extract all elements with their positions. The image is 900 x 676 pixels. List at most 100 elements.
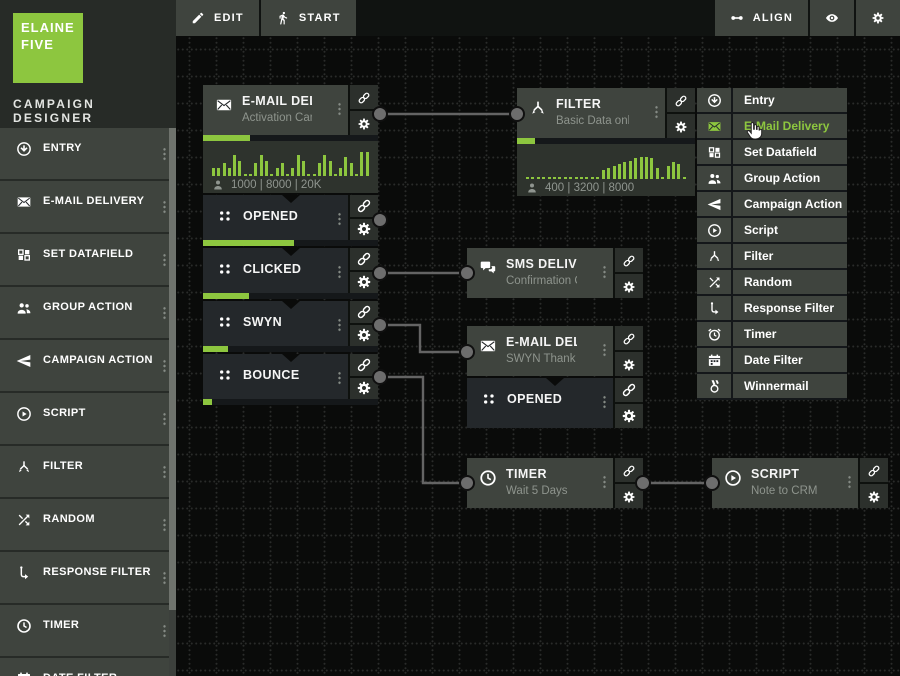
drag-handle-icon[interactable] — [163, 200, 166, 214]
node-header[interactable]: E-MAIL DELIVE...Activation Campaign — [203, 85, 378, 135]
sidebar-item-set-datafield[interactable]: SET DATAFIELD — [0, 234, 176, 285]
palette-item-script[interactable]: Script — [697, 218, 847, 244]
chart-bar — [265, 161, 268, 176]
drag-handle-icon[interactable] — [163, 359, 166, 373]
chart-bar — [360, 152, 363, 176]
node-header[interactable]: TIMERWait 5 Days — [467, 458, 643, 508]
palette-item-campaign-action[interactable]: Campaign Action — [697, 192, 847, 218]
palette-item-group-action[interactable]: Group Action — [697, 166, 847, 192]
node-bounce[interactable]: BOUNCE — [203, 354, 378, 405]
node-script-crm[interactable]: SCRIPTNote to CRM — [712, 458, 888, 508]
node-menu-dots[interactable] — [603, 343, 606, 357]
palette-item-random[interactable]: Random — [697, 270, 847, 296]
node-link-button[interactable] — [350, 195, 378, 217]
node-opened-2[interactable]: OPENED — [467, 378, 643, 428]
node-header[interactable]: E-MAIL DELIVE...SWYN Thank You — [467, 326, 643, 376]
node-settings-button[interactable] — [615, 404, 643, 428]
node-email-delivery-activation[interactable]: E-MAIL DELIVE...Activation Campaign1000 … — [203, 85, 378, 193]
drag-handle-icon[interactable] — [163, 306, 166, 320]
palette-item-set-datafield[interactable]: Set Datafield — [697, 140, 847, 166]
drag-handle-icon[interactable] — [163, 518, 166, 532]
palette-item-label: Response Filter — [744, 301, 834, 315]
node-menu-dots[interactable] — [655, 105, 658, 119]
sidebar-item-group-action[interactable]: GROUP ACTION — [0, 287, 176, 338]
drag-handle-icon[interactable] — [163, 571, 166, 585]
node-link-button[interactable] — [615, 378, 643, 402]
palette-item-winnermail[interactable]: Winnermail — [697, 374, 847, 400]
node-link-button[interactable] — [615, 248, 643, 272]
node-subtitle: Wait 5 Days — [506, 485, 568, 497]
palette-item-icon-cell — [697, 296, 733, 320]
node-settings-button[interactable] — [667, 114, 695, 138]
drag-handle-icon[interactable] — [163, 465, 166, 479]
palette-item-filter[interactable]: Filter — [697, 244, 847, 270]
node-settings-button[interactable] — [860, 484, 888, 508]
node-email-delivery-swyn[interactable]: E-MAIL DELIVE...SWYN Thank You — [467, 326, 643, 376]
node-settings-button[interactable] — [615, 352, 643, 376]
node-link-button[interactable] — [615, 458, 643, 482]
node-header[interactable]: FILTERBasic Data only — [517, 88, 695, 138]
node-link-button[interactable] — [350, 301, 378, 323]
node-settings-button[interactable] — [350, 111, 378, 135]
sidebar-item-timer[interactable]: TIMER — [0, 605, 176, 656]
visibility-button[interactable] — [810, 0, 854, 36]
sidebar-item-entry[interactable]: ENTRY — [0, 128, 176, 179]
node-link-button[interactable] — [350, 354, 378, 376]
chart-bar — [580, 177, 583, 179]
node-menu-dots[interactable] — [338, 318, 341, 332]
node-link-button[interactable] — [350, 248, 378, 270]
node-settings-button[interactable] — [350, 325, 378, 347]
entry-icon — [707, 93, 722, 108]
palette-item-response-filter[interactable]: Response Filter — [697, 296, 847, 322]
node-settings-button[interactable] — [615, 484, 643, 508]
align-button[interactable]: ALIGN — [715, 0, 808, 36]
node-settings-button[interactable] — [615, 274, 643, 298]
drag-handle-icon[interactable] — [163, 147, 166, 161]
node-menu-dots[interactable] — [338, 212, 341, 226]
palette-item-entry[interactable]: Entry — [697, 88, 847, 114]
node-link-button[interactable] — [350, 85, 378, 109]
start-button[interactable]: START — [261, 0, 356, 36]
sidebar-scrollbar-thumb[interactable] — [169, 128, 176, 610]
node-menu-dots[interactable] — [338, 371, 341, 385]
sidebar-item-random[interactable]: RANDOM — [0, 499, 176, 550]
edit-button[interactable]: EDIT — [176, 0, 259, 36]
node-header[interactable]: SCRIPTNote to CRM — [712, 458, 888, 508]
node-clicked[interactable]: CLICKED — [203, 248, 378, 299]
sidebar-item-campaign-action[interactable]: CAMPAIGN ACTION — [0, 340, 176, 391]
node-menu-dots[interactable] — [603, 475, 606, 489]
sidebar-item-filter[interactable]: FILTER — [0, 446, 176, 497]
node-filter-basic-data[interactable]: FILTERBasic Data only400 | 3200 | 8000 — [517, 88, 695, 196]
palette-item-e-mail-delivery[interactable]: E-Mail Delivery — [697, 114, 847, 140]
node-settings-button[interactable] — [350, 378, 378, 400]
palette-item-date-filter[interactable]: Date Filter — [697, 348, 847, 374]
node-link-button[interactable] — [667, 88, 695, 112]
node-menu-dots[interactable] — [603, 395, 606, 409]
node-attach-notch — [546, 378, 564, 386]
node-header[interactable]: SMS DELIVERYConfirmation Code — [467, 248, 643, 298]
sidebar-item-script[interactable]: SCRIPT — [0, 393, 176, 444]
node-link-button[interactable] — [615, 326, 643, 350]
node-timer-wait[interactable]: TIMERWait 5 Days — [467, 458, 643, 508]
node-swyn[interactable]: SWYN — [203, 301, 378, 352]
drag-handle-icon[interactable] — [163, 412, 166, 426]
node-menu-dots[interactable] — [603, 265, 606, 279]
node-opened-1[interactable]: OPENED — [203, 195, 378, 246]
node-sms-delivery[interactable]: SMS DELIVERYConfirmation Code — [467, 248, 643, 298]
node-menu-dots[interactable] — [848, 475, 851, 489]
node-settings-button[interactable] — [350, 272, 378, 294]
node-menu-dots[interactable] — [338, 102, 341, 116]
palette-item-timer[interactable]: Timer — [697, 322, 847, 348]
sidebar-item-label: ENTRY — [43, 142, 82, 179]
node-settings-button[interactable] — [350, 219, 378, 241]
settings-button[interactable] — [856, 0, 900, 36]
drag-handle-icon[interactable] — [163, 624, 166, 638]
node-link-button[interactable] — [860, 458, 888, 482]
node-menu-dots[interactable] — [338, 265, 341, 279]
sidebar-item-e-mail-delivery[interactable]: E-MAIL DELIVERY — [0, 181, 176, 232]
sidebar-scrollbar-track[interactable] — [169, 610, 176, 676]
campaign-canvas[interactable]: EntryE-Mail DeliverySet DatafieldGroup A… — [176, 36, 900, 676]
drag-handle-icon[interactable] — [163, 253, 166, 267]
sidebar-item-response-filter[interactable]: RESPONSE FILTER — [0, 552, 176, 603]
sidebar-item-date-filter[interactable]: DATE FILTER — [0, 658, 176, 676]
